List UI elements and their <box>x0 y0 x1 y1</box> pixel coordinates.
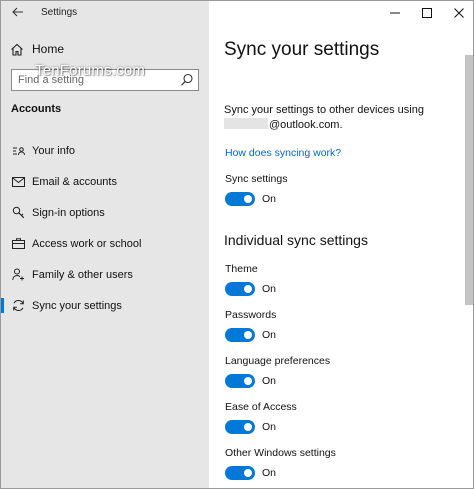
account-email: @outlook.com. <box>269 119 343 131</box>
sync-settings-setting: Sync settings On <box>225 173 287 206</box>
toggle-knob <box>244 331 252 339</box>
setting-label: Theme <box>225 263 258 275</box>
back-arrow-icon <box>12 7 23 17</box>
setting-label: Ease of Access <box>225 401 297 413</box>
toggle-state: On <box>262 329 277 341</box>
sidebar-item-sync-settings[interactable]: Sync your settings <box>1 290 209 321</box>
search-icon[interactable] <box>180 73 194 87</box>
sidebar-item-your-info[interactable]: Your info <box>1 135 209 166</box>
close-button[interactable] <box>443 1 473 25</box>
toggle-knob <box>244 195 252 203</box>
minimize-icon <box>390 12 400 14</box>
maximize-icon <box>422 8 432 18</box>
other-windows-settings-setting: Other Windows settings On <box>225 447 336 480</box>
passwords-setting: Passwords On <box>225 309 276 342</box>
sidebar-item-label: Family & other users <box>32 268 133 281</box>
sync-settings-toggle[interactable] <box>225 192 255 206</box>
scrollbar-thumb[interactable] <box>465 55 473 305</box>
mail-icon <box>11 175 25 189</box>
minimize-button[interactable] <box>379 1 411 25</box>
window-controls <box>379 1 473 25</box>
setting-label: Passwords <box>225 309 277 321</box>
toggle-state: On <box>262 193 277 205</box>
section-title: Accounts <box>11 103 62 115</box>
how-syncing-works-link[interactable]: How does syncing work? <box>225 147 341 159</box>
nav-home[interactable]: Home <box>9 39 205 59</box>
person-card-icon <box>11 144 25 158</box>
page-title: Sync your settings <box>224 39 380 60</box>
toggle-state: On <box>262 375 277 387</box>
key-icon <box>11 206 25 220</box>
sync-icon <box>11 299 25 313</box>
sidebar-item-email-accounts[interactable]: Email & accounts <box>1 166 209 197</box>
passwords-toggle[interactable] <box>225 328 255 342</box>
sidebar-item-label: Your info <box>32 144 76 157</box>
sidebar-item-label: Sign-in options <box>32 206 105 219</box>
theme-toggle[interactable] <box>225 282 255 296</box>
other-windows-settings-toggle[interactable] <box>225 466 255 480</box>
nav-list: Your info Email & accounts Sign-in optio… <box>1 135 209 321</box>
toggle-knob <box>244 469 252 477</box>
toggle-knob <box>244 285 252 293</box>
setting-label: Language preferences <box>225 355 331 367</box>
settings-window: Settings Home TenForums.com Accounts You… <box>0 0 474 489</box>
content-pane: Sync your settings Sync your settings to… <box>209 1 473 488</box>
back-button[interactable] <box>7 4 29 22</box>
sidebar-item-label: Email & accounts <box>32 175 117 188</box>
toggle-knob <box>244 377 252 385</box>
toggle-state: On <box>262 421 277 433</box>
redacted-account-name <box>224 118 268 129</box>
toggle-state: On <box>262 467 277 479</box>
sync-description: Sync your settings to other devices usin… <box>224 103 454 133</box>
setting-label: Other Windows settings <box>225 447 336 459</box>
individual-sync-heading: Individual sync settings <box>224 232 368 248</box>
ease-of-access-setting: Ease of Access On <box>225 401 297 434</box>
sidebar-item-label: Sync your settings <box>32 299 122 312</box>
sidebar-item-access-work[interactable]: Access work or school <box>1 228 209 259</box>
search-input[interactable] <box>18 72 178 88</box>
navigation-pane: Settings Home TenForums.com Accounts You… <box>1 1 209 488</box>
briefcase-icon <box>11 237 25 251</box>
search-box[interactable] <box>11 69 199 91</box>
toggle-state: On <box>262 283 277 295</box>
sidebar-item-label: Access work or school <box>32 237 142 250</box>
title-bar: Settings <box>1 1 209 27</box>
theme-setting: Theme On <box>225 263 276 296</box>
toggle-knob <box>244 423 252 431</box>
language-preferences-toggle[interactable] <box>225 374 255 388</box>
add-person-icon <box>11 268 25 282</box>
close-icon <box>454 8 464 18</box>
home-icon <box>9 43 25 56</box>
language-preferences-setting: Language preferences On <box>225 355 330 388</box>
setting-label: Sync settings <box>225 173 288 185</box>
ease-of-access-toggle[interactable] <box>225 420 255 434</box>
app-title: Settings <box>41 7 78 18</box>
description-text: Sync your settings to other devices usin… <box>224 104 424 116</box>
nav-home-label: Home <box>32 42 65 56</box>
maximize-button[interactable] <box>411 1 443 25</box>
sidebar-item-sign-in-options[interactable]: Sign-in options <box>1 197 209 228</box>
sidebar-item-family-users[interactable]: Family & other users <box>1 259 209 290</box>
